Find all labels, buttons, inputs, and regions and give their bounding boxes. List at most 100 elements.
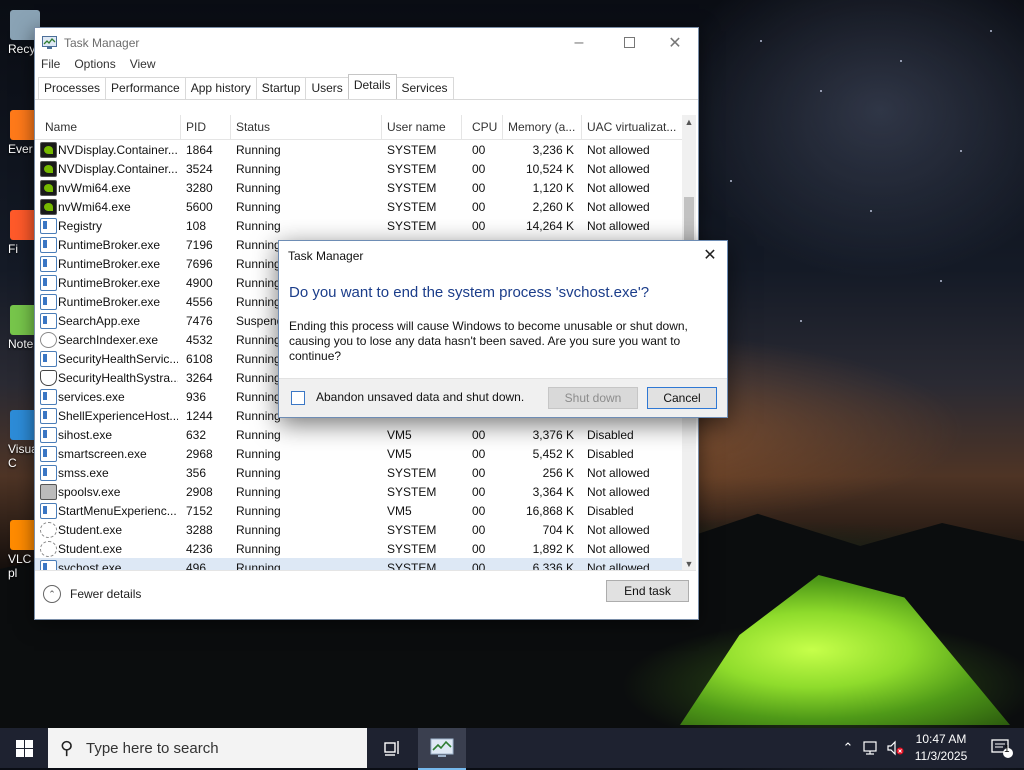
table-row[interactable]: spoolsv.exe 2908 Running SYSTEM 00 3,364 K Not… — [35, 482, 682, 501]
cell-user: SYSTEM — [387, 143, 437, 157]
clock[interactable]: 10:47 AM 11/3/2025 — [906, 731, 976, 765]
menu-options[interactable]: Options — [74, 57, 115, 75]
dialog-footer: Abandon unsaved data and shut down. Shut… — [279, 378, 727, 417]
table-row[interactable]: smss.exe 356 Running SYSTEM 00 256 K Not allow… — [35, 463, 682, 482]
table-row[interactable]: Registry 108 Running SYSTEM 00 14,264 K Not al… — [35, 216, 682, 235]
minimize-button[interactable]: – — [556, 28, 602, 57]
action-center-button[interactable]: 1 — [982, 728, 1022, 768]
cell-name: Registry — [58, 219, 103, 233]
cancel-button[interactable]: Cancel — [647, 387, 717, 409]
abandon-data-label[interactable]: Abandon unsaved data and shut down. — [316, 390, 524, 404]
table-row[interactable]: NVDisplay.Container... 1864 Running SYSTEM 0… — [35, 140, 682, 159]
tab-startup[interactable]: Startup — [255, 77, 307, 99]
table-row[interactable]: NVDisplay.Container... 3524 Running SYSTEM 0… — [35, 159, 682, 178]
cell-cpu: 00 — [472, 181, 486, 195]
search-indexer-icon — [40, 332, 57, 348]
taskbar-task-manager[interactable] — [418, 728, 466, 770]
app-window-icon — [40, 503, 57, 519]
cell-status: Running — [236, 447, 281, 461]
cell-pid: 3524 — [186, 162, 213, 176]
nvidia-icon — [40, 199, 57, 215]
taskbar-search-box[interactable]: ⚲ Type here to search — [48, 728, 367, 768]
table-row[interactable]: Student.exe 4236 Running SYSTEM 00 1,892 K Not… — [35, 539, 682, 558]
cell-mem: 704 K — [542, 523, 574, 537]
tab-details[interactable]: Details — [347, 74, 397, 99]
fewer-details-label: Fewer details — [70, 587, 142, 601]
cell-uac: Not allowed — [587, 219, 650, 233]
abandon-data-checkbox[interactable] — [291, 391, 305, 405]
cell-uac: Not allowed — [587, 181, 650, 195]
tab-services[interactable]: Services — [395, 77, 454, 99]
maximize-button[interactable] — [606, 28, 652, 57]
cell-status: Running — [236, 162, 281, 176]
clock-date: 11/3/2025 — [914, 749, 968, 763]
col-status[interactable]: Status — [236, 120, 270, 134]
volume-button[interactable] — [884, 728, 906, 768]
cell-uac: Not allowed — [587, 200, 650, 214]
tab-performance[interactable]: Performance — [105, 77, 186, 99]
col-pid[interactable]: PID — [186, 120, 206, 134]
cell-pid: 7152 — [186, 504, 213, 518]
cell-cpu: 00 — [472, 466, 486, 480]
show-hidden-icons-button[interactable]: ⌃ — [838, 728, 858, 768]
task-view-button[interactable] — [368, 728, 416, 768]
cell-pid: 7476 — [186, 314, 213, 328]
cell-mem: 3,364 K — [532, 485, 574, 499]
col-name[interactable]: Name — [45, 120, 77, 134]
windows-logo-icon — [15, 739, 33, 757]
scroll-up-icon[interactable]: ▲ — [682, 115, 696, 129]
cell-mem: 5,452 K — [532, 447, 574, 461]
cell-pid: 2908 — [186, 485, 213, 499]
cell-pid: 632 — [186, 428, 207, 442]
shut-down-button[interactable]: Shut down — [548, 387, 638, 409]
table-row[interactable]: nvWmi64.exe 3280 Running SYSTEM 00 1,120 K Not… — [35, 178, 682, 197]
cell-uac: Not allowed — [587, 542, 650, 556]
close-button[interactable]: ✕ — [652, 28, 698, 57]
end-task-button[interactable]: End task — [606, 580, 689, 602]
shield-icon — [40, 370, 57, 386]
table-row[interactable]: Student.exe 3288 Running SYSTEM 00 704 K Not a… — [35, 520, 682, 539]
cell-pid: 356 — [186, 466, 207, 480]
table-row[interactable]: sihost.exe 632 Running VM5 00 3,376 K Disabled — [35, 425, 682, 444]
cell-pid: 2968 — [186, 447, 213, 461]
cell-pid: 7196 — [186, 238, 213, 252]
network-button[interactable] — [860, 728, 882, 768]
cell-mem: 14,264 K — [525, 219, 574, 233]
gear-icon — [40, 541, 57, 557]
printer-icon — [40, 484, 57, 500]
start-button[interactable] — [0, 728, 48, 768]
menu-view[interactable]: View — [130, 57, 156, 75]
scroll-down-icon[interactable]: ▼ — [682, 557, 696, 571]
col-uac[interactable]: UAC virtualizat... — [587, 120, 676, 134]
end-process-dialog[interactable]: Task Manager ✕ Do you want to end the sy… — [278, 240, 728, 418]
menu-file[interactable]: File — [41, 57, 60, 75]
cell-pid: 5600 — [186, 200, 213, 214]
notification-count: 1 — [1004, 744, 1010, 755]
col-user-name[interactable]: User name — [387, 120, 446, 134]
fewer-details-link[interactable]: ⌃ Fewer details — [43, 585, 141, 603]
title-bar[interactable]: Task Manager – ✕ — [35, 28, 698, 57]
sort-up-icon: ⌃ — [105, 115, 113, 120]
cell-pid: 4556 — [186, 295, 213, 309]
app-window-icon — [40, 446, 57, 462]
dialog-close-button[interactable]: ✕ — [699, 245, 721, 267]
tab-users[interactable]: Users — [305, 77, 349, 99]
cell-name: RuntimeBroker.exe — [58, 257, 161, 271]
table-row[interactable]: smartscreen.exe 2968 Running VM5 00 5,452 K Di… — [35, 444, 682, 463]
cell-name: services.exe — [58, 390, 125, 404]
cell-status: Running — [236, 542, 281, 556]
cell-cpu: 00 — [472, 447, 486, 461]
cell-user: SYSTEM — [387, 200, 437, 214]
cell-pid: 6108 — [186, 352, 213, 366]
table-row[interactable]: StartMenuExperienc... 7152 Running VM5 00 16,… — [35, 501, 682, 520]
col-cpu[interactable]: CPU — [472, 120, 497, 134]
cell-mem: 10,524 K — [525, 162, 574, 176]
table-row[interactable]: nvWmi64.exe 5600 Running SYSTEM 00 2,260 K Not… — [35, 197, 682, 216]
tab-processes[interactable]: Processes — [38, 77, 107, 99]
tab-app-history[interactable]: App history — [184, 77, 257, 99]
cell-name: SearchApp.exe — [58, 314, 141, 328]
cell-mem: 3,236 K — [532, 143, 574, 157]
col-memory[interactable]: Memory (a... — [508, 120, 575, 134]
cell-user: VM5 — [387, 504, 412, 518]
cell-pid: 108 — [186, 219, 207, 233]
